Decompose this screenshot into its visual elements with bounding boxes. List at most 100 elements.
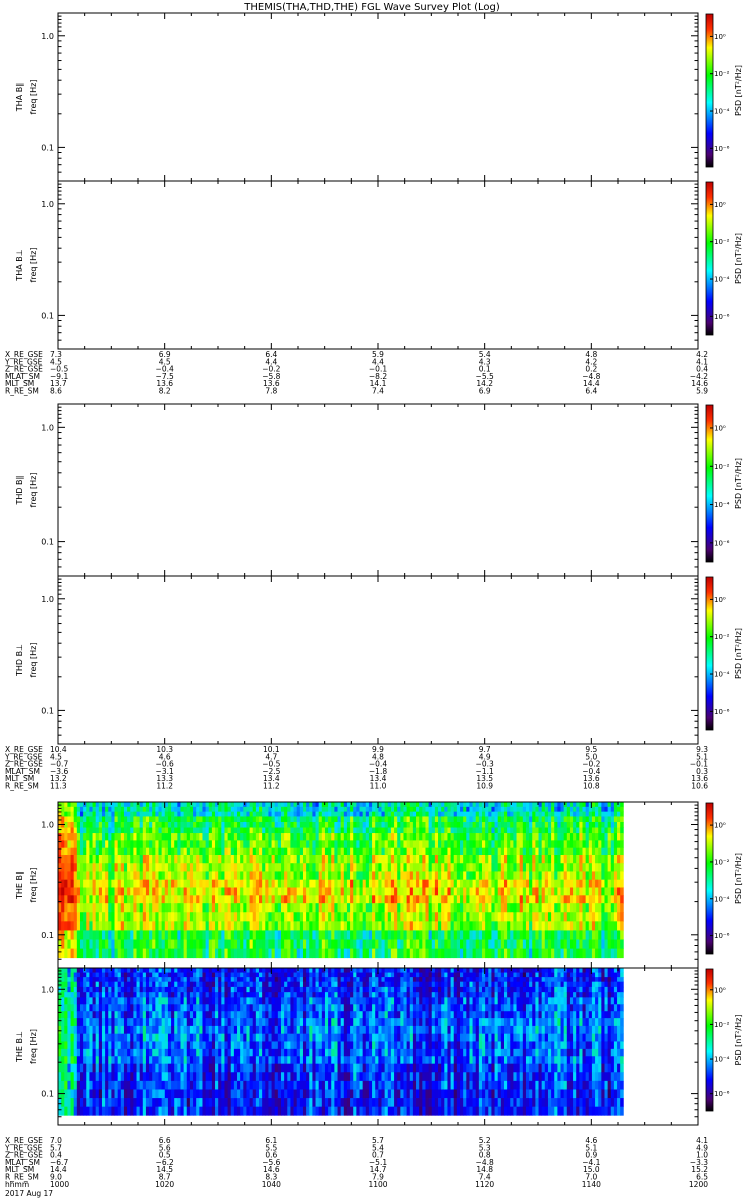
heatmap-cell [105,930,109,940]
heatmap-cell [485,827,489,834]
heatmap-cell [95,1056,100,1065]
heatmap-cell [268,855,272,864]
heatmap-cell [491,847,495,856]
heatmap-cell [86,968,90,973]
heatmap-cell [302,821,307,828]
heatmap-cell [497,930,502,940]
heatmap-cell [306,840,310,849]
heatmap-cell [324,930,329,940]
heatmap-cell [83,930,87,940]
heatmap-cell [142,981,147,988]
heatmap-cell [525,855,530,864]
heatmap-cell [334,833,338,841]
heatmap-cell [554,821,558,828]
heatmap-cell [469,939,473,950]
heatmap-cell [186,871,191,881]
heatmap-cell [174,840,178,849]
heatmap-cell [573,948,577,959]
heatmap-cell [73,977,78,983]
heatmap-cell [171,903,175,913]
heatmap-cell [208,930,213,940]
heatmap-cell [215,847,219,856]
heatmap-cell [604,840,609,849]
heatmap-cell [337,930,342,940]
heatmap-cell [425,939,430,950]
heatmap-cell [419,847,423,856]
heatmap-cell [547,833,552,841]
heatmap-cell [299,871,304,881]
heatmap-cell [497,895,502,904]
heatmap-cell [598,895,602,904]
heatmap-cell [293,939,298,950]
heatmap-cell [205,939,210,950]
heatmap-cell [469,921,473,931]
heatmap-cell [243,847,247,856]
heatmap-cell [136,981,141,988]
heatmap-cell [620,811,624,817]
heatmap-cell [387,871,392,881]
heatmap-cell [503,811,508,817]
heatmap-cell [255,912,260,922]
heatmap-cell [544,879,549,888]
heatmap-cell [83,840,87,849]
figure-title: THEMIS(THA,THD,THE) FGL Wave Survey Plot… [243,2,500,13]
heatmap-cell [400,895,404,904]
heatmap-cell [362,879,367,888]
heatmap-cell [356,921,360,931]
heatmap-cell [193,811,197,817]
heatmap-cell [240,863,244,872]
heatmap-cell [101,816,106,823]
heatmap-cell [438,806,442,813]
heatmap-cell [142,847,147,856]
heatmap-cell [362,863,367,872]
heatmap-cell [513,912,517,922]
heatmap-cell [117,1004,122,1012]
heatmap-cell [111,1056,115,1065]
heatmap-cell [123,871,128,881]
heatmap-cell [208,855,213,864]
heatmap-cell [403,827,408,834]
heatmap-cell [409,895,414,904]
heatmap-cell [497,847,502,856]
heatmap-cell [346,879,351,888]
heatmap-cell [120,821,125,828]
heatmap-cell [519,948,524,959]
heatmap-cell [221,802,225,808]
heatmap-cell [601,811,605,817]
heatmap-cell [290,816,294,823]
heatmap-cell [456,816,461,823]
heatmap-cell [368,806,373,813]
heatmap-cell [64,833,68,841]
heatmap-cell [280,921,285,931]
heatmap-cell [315,903,320,913]
heatmap-cell [262,855,266,864]
heatmap-cell [485,855,489,864]
heatmap-cell [384,930,389,940]
heatmap-cell [111,977,115,983]
heatmap-cell [560,887,565,896]
heatmap-cell [243,811,247,817]
heatmap-cell [510,948,514,959]
heatmap-cell [309,887,313,896]
heatmap-cell [246,833,250,841]
heatmap-cell [95,827,100,834]
heatmap-cell [246,930,250,940]
heatmap-cell [573,903,577,913]
y-tick-label: 0.1 [41,143,54,152]
heatmap-cell [409,912,414,922]
heatmap-cell [328,921,332,931]
heatmap-cell [604,939,609,950]
heatmap-cell [595,847,599,856]
heatmap-cell [230,930,235,940]
heatmap-cell [98,1098,103,1108]
heatmap-cell [95,1048,100,1057]
heatmap-cell [86,1048,90,1057]
heatmap-cell [155,827,159,834]
heatmap-cell [318,811,323,817]
heatmap-cell [375,948,379,959]
heatmap-cell [142,1018,147,1027]
heatmap-cell [98,948,103,959]
heatmap-cell [598,821,602,828]
heatmap-cell [139,1048,144,1057]
heatmap-cell [101,992,106,998]
